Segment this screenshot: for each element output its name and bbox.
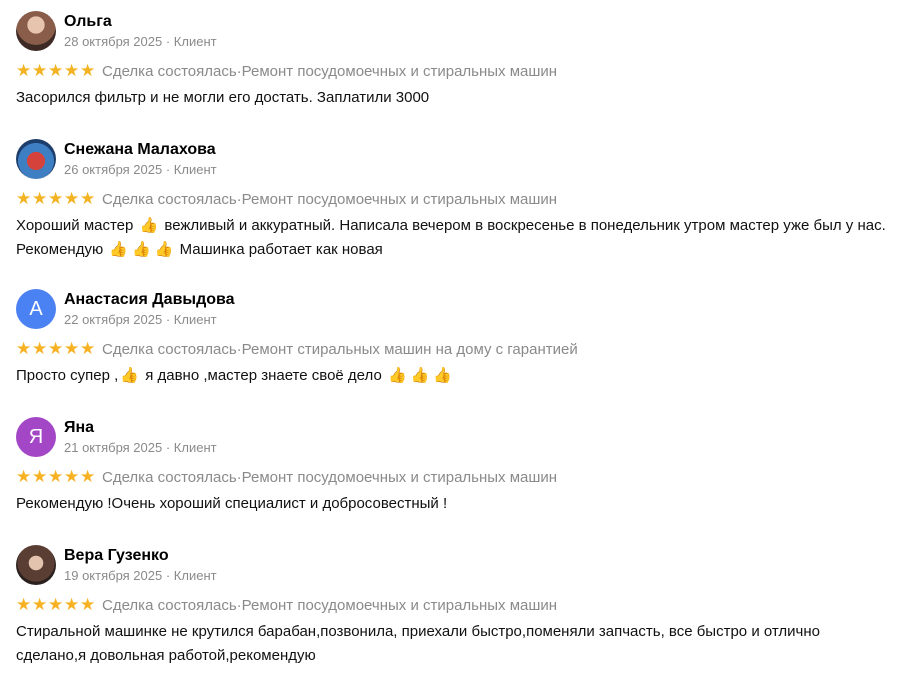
avatar[interactable] xyxy=(16,545,56,585)
star-icon: ★ xyxy=(64,467,80,486)
star-icon: ★ xyxy=(80,339,96,358)
star-icon: ★ xyxy=(64,189,80,208)
reviewer-name[interactable]: Снежана Малахова xyxy=(64,140,217,160)
star-icon: ★ xyxy=(32,467,48,486)
star-icon: ★ xyxy=(16,467,32,486)
avatar[interactable]: А xyxy=(16,289,56,329)
avatar[interactable] xyxy=(16,139,56,179)
thumbs-up-icon: 👍 xyxy=(154,241,174,258)
star-icon: ★ xyxy=(48,61,64,80)
deal-status: Сделка состоялась xyxy=(102,596,237,614)
star-icon: ★ xyxy=(16,595,32,614)
rating-stars: ★ ★ ★ ★ ★ xyxy=(16,190,96,208)
thumbs-up-icon: 👍 xyxy=(109,241,129,258)
review-card: Снежана Малахова 26 октября 2025 · Клиен… xyxy=(16,138,916,262)
reviewer-name[interactable]: Ольга xyxy=(64,12,217,32)
service-name: Ремонт стиральных машин на дому с гарант… xyxy=(241,340,578,358)
review-date: 22 октября 2025 xyxy=(64,312,163,327)
reviewer-name[interactable]: Яна xyxy=(64,418,217,438)
review-date: 26 октября 2025 xyxy=(64,162,163,177)
thumbs-up-icon: 👍 xyxy=(387,367,407,384)
thumbs-up-icon: 👍 xyxy=(132,241,151,258)
reviewer-role: Клиент xyxy=(173,440,217,455)
star-icon: ★ xyxy=(48,467,64,486)
rating-stars: ★ ★ ★ ★ ★ xyxy=(16,62,96,80)
star-icon: ★ xyxy=(80,467,96,486)
review-date: 28 октября 2025 xyxy=(64,34,163,49)
star-icon: ★ xyxy=(64,595,80,614)
reviewer-role: Клиент xyxy=(173,568,217,583)
deal-status: Сделка состоялась xyxy=(102,190,237,208)
star-icon: ★ xyxy=(32,595,48,614)
star-icon: ★ xyxy=(80,61,96,80)
rating-stars: ★ ★ ★ ★ ★ xyxy=(16,340,96,358)
rating-stars: ★ ★ ★ ★ ★ xyxy=(16,468,96,486)
review-text: Хороший мастер 👍 вежливый и аккуратный. … xyxy=(16,214,916,262)
deal-status: Сделка состоялась xyxy=(102,340,237,358)
reviewer-role: Клиент xyxy=(173,162,217,177)
star-icon: ★ xyxy=(48,339,64,358)
service-name: Ремонт посудомоечных и стиральных машин xyxy=(241,596,558,614)
review-text: Стиральной машинке не крутился барабан,п… xyxy=(16,623,820,664)
review-card: Ольга 28 октября 2025 · Клиент ★ ★ ★ ★ ★ Сде… xyxy=(16,10,916,110)
thumbs-up-icon: 👍 xyxy=(410,367,430,384)
review-text: Просто супер , 👍 я давно ,мастер знаете с… xyxy=(16,364,916,388)
avatar[interactable] xyxy=(16,11,56,51)
reviewer-role: Клиент xyxy=(173,312,217,327)
reviewer-role: Клиент xyxy=(173,34,217,49)
star-icon: ★ xyxy=(16,61,32,80)
star-icon: ★ xyxy=(16,189,32,208)
review-card: Вера Гузенко 19 октября 2025 · Клиент ★ ★… xyxy=(16,544,916,668)
reviewer-name[interactable]: Анастасия Давыдова xyxy=(64,290,235,310)
star-icon: ★ xyxy=(32,339,48,358)
star-icon: ★ xyxy=(80,189,96,208)
review-date: 21 октября 2025 xyxy=(64,440,163,455)
star-icon: ★ xyxy=(32,61,48,80)
thumbs-up-icon: 👍 xyxy=(120,367,140,384)
star-icon: ★ xyxy=(32,189,48,208)
review-card: А Анастасия Давыдова 22 октября 2025 · К… xyxy=(16,288,916,388)
star-icon: ★ xyxy=(16,339,32,358)
star-icon: ★ xyxy=(48,189,64,208)
review-card: Я Яна 21 октября 2025 · Клиент ★ ★ ★ ★ ★ Сде… xyxy=(16,416,916,516)
review-text: Рекомендую !Очень хороший специалист и д… xyxy=(16,495,448,512)
star-icon: ★ xyxy=(80,595,96,614)
star-icon: ★ xyxy=(64,339,80,358)
deal-status: Сделка состоялась xyxy=(102,62,237,80)
service-name: Ремонт посудомоечных и стиральных машин xyxy=(241,62,558,80)
service-name: Ремонт посудомоечных и стиральных машин xyxy=(241,468,558,486)
avatar[interactable]: Я xyxy=(16,417,56,457)
star-icon: ★ xyxy=(64,61,80,80)
reviewer-name[interactable]: Вера Гузенко xyxy=(64,546,217,566)
review-text: Засорился фильтр и не могли его достать.… xyxy=(16,89,430,106)
deal-status: Сделка состоялась xyxy=(102,468,237,486)
service-name: Ремонт посудомоечных и стиральных машин xyxy=(241,190,558,208)
thumbs-up-icon: 👍 xyxy=(433,367,453,384)
star-icon: ★ xyxy=(48,595,64,614)
rating-stars: ★ ★ ★ ★ ★ xyxy=(16,596,96,614)
thumbs-up-icon: 👍 xyxy=(139,217,159,234)
review-date: 19 октября 2025 xyxy=(64,568,163,583)
